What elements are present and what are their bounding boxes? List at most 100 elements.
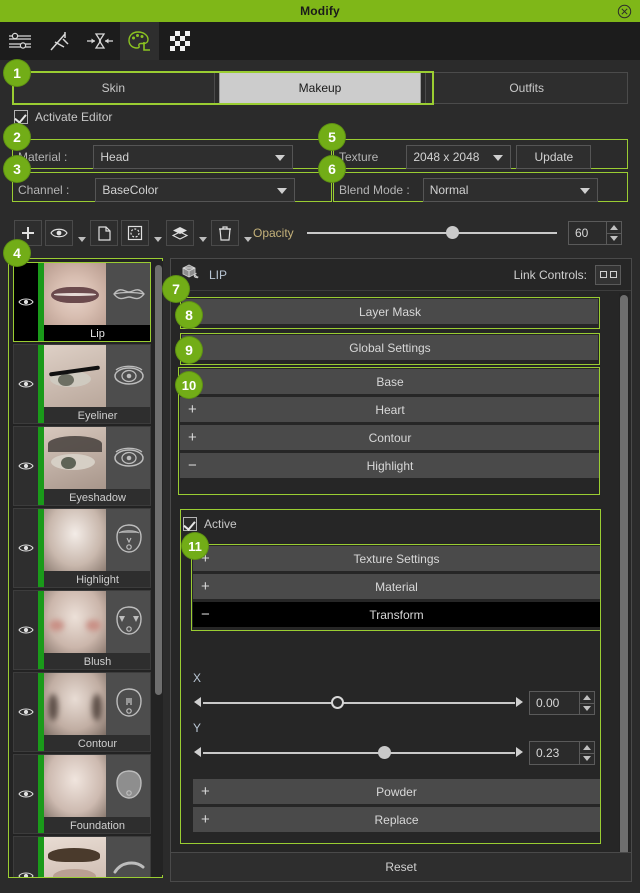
blend-mode-label: Blend Mode :: [339, 183, 410, 197]
layer-visibility-icon[interactable]: [18, 295, 34, 313]
mask-dropdown-caret[interactable]: [152, 220, 163, 246]
transform-y-field[interactable]: 0.23: [529, 741, 595, 765]
close-icon[interactable]: [616, 3, 632, 19]
opacity-value-field[interactable]: 60: [568, 221, 622, 245]
section-label: Material: [193, 580, 600, 594]
layer-visibility-icon[interactable]: [18, 623, 34, 641]
transform-y-right-arrow[interactable]: [516, 747, 523, 757]
layer-item-lip[interactable]: Lip: [13, 262, 151, 342]
mask-button[interactable]: [121, 220, 149, 246]
update-button[interactable]: Update: [516, 145, 591, 169]
section-label: Heart: [180, 403, 600, 417]
layer-ops-toolbar: [14, 220, 253, 246]
section-texture-settings[interactable]: +Texture Settings: [193, 546, 600, 571]
transform-y-spinner[interactable]: [579, 742, 594, 764]
layer-name: Blush: [44, 653, 151, 670]
section-toggle-icon[interactable]: −: [188, 458, 197, 473]
two-squares-icon[interactable]: [595, 265, 621, 285]
tab-skin[interactable]: Skin: [12, 72, 215, 104]
section-contour[interactable]: +Contour: [180, 425, 600, 450]
layer-item-eyeshadow[interactable]: Eyeshadow: [13, 426, 151, 506]
blend-mode-dropdown[interactable]: Normal: [423, 178, 598, 202]
section-toggle-icon[interactable]: +: [201, 812, 210, 827]
section-toggle-icon[interactable]: −: [201, 607, 210, 622]
transform-x-field[interactable]: 0.00: [529, 691, 595, 715]
pose-icon[interactable]: [40, 22, 80, 60]
opacity-spin-up[interactable]: [607, 222, 621, 234]
layer-item-foundation[interactable]: Foundation: [13, 754, 151, 834]
sliders-icon[interactable]: [0, 22, 40, 60]
transform-x-knob[interactable]: [331, 696, 344, 709]
morph-icon[interactable]: [80, 22, 120, 60]
opacity-spinner[interactable]: [606, 222, 621, 244]
layer-list-scroll-thumb[interactable]: [155, 265, 162, 695]
visibility-button[interactable]: [45, 220, 73, 246]
section-layer-mask[interactable]: +Layer Mask: [182, 299, 598, 324]
section-toggle-icon[interactable]: +: [188, 402, 197, 417]
section-replace[interactable]: +Replace: [193, 807, 600, 832]
layer-item-eyeliner[interactable]: Eyeliner: [13, 344, 151, 424]
transform-x-spinner[interactable]: [579, 692, 594, 714]
transform-y-spin-down[interactable]: [580, 754, 594, 765]
opacity-slider-knob[interactable]: [446, 226, 459, 239]
section-material[interactable]: +Material: [193, 574, 600, 599]
layer-visibility-icon[interactable]: [18, 705, 34, 723]
active-checkbox[interactable]: [183, 517, 197, 531]
properties-title: LIP: [209, 268, 227, 282]
tab-outfits[interactable]: Outfits: [425, 72, 628, 104]
delete-dropdown-caret[interactable]: [242, 220, 253, 246]
transform-y-spin-up[interactable]: [580, 742, 594, 754]
active-row[interactable]: Active: [183, 517, 237, 531]
transform-x-left-arrow[interactable]: [194, 697, 201, 707]
section-transform[interactable]: −Transform: [193, 602, 600, 627]
face-highlight-icon: [106, 509, 151, 571]
duplicate-layer-button[interactable]: [90, 220, 118, 246]
reset-button[interactable]: Reset: [170, 852, 632, 882]
layer-visibility-icon[interactable]: [18, 541, 34, 559]
layer-visibility-icon[interactable]: [18, 787, 34, 805]
section-toggle-icon[interactable]: +: [201, 784, 210, 799]
transform-y-track[interactable]: [203, 752, 515, 754]
section-base[interactable]: +Base: [180, 369, 600, 394]
layer-thumbnail: [44, 755, 106, 817]
visibility-dropdown-caret[interactable]: [76, 220, 87, 246]
tab-makeup[interactable]: Makeup: [219, 72, 422, 104]
layer-visibility-icon[interactable]: [18, 459, 34, 477]
transform-y-value: 0.23: [536, 746, 559, 760]
layer-item-brow[interactable]: [13, 836, 151, 878]
channel-dropdown[interactable]: BaseColor: [95, 178, 295, 202]
texture-size-dropdown[interactable]: 2048 x 2048: [406, 145, 511, 169]
activate-editor-row[interactable]: Activate Editor: [14, 110, 112, 124]
checker-icon[interactable]: [160, 22, 200, 60]
transform-y-left-arrow[interactable]: [194, 747, 201, 757]
transform-x-spin-up[interactable]: [580, 692, 594, 704]
opacity-spin-down[interactable]: [607, 234, 621, 245]
layer-item-blush[interactable]: Blush: [13, 590, 151, 670]
properties-scrollbar[interactable]: [619, 293, 629, 876]
merge-layers-button[interactable]: [166, 220, 194, 246]
section-toggle-icon[interactable]: +: [188, 430, 197, 445]
merge-dropdown-caret[interactable]: [197, 220, 208, 246]
delete-layer-button[interactable]: [211, 220, 239, 246]
transform-x-right-arrow[interactable]: [516, 697, 523, 707]
material-dropdown[interactable]: Head: [93, 145, 293, 169]
layer-item-highlight[interactable]: Highlight: [13, 508, 151, 588]
properties-header: LIP Link Controls:: [171, 259, 631, 291]
layer-list-scrollbar[interactable]: [154, 261, 163, 875]
opacity-slider-track[interactable]: [307, 232, 557, 234]
layer-item-contour[interactable]: Contour: [13, 672, 151, 752]
layer-visibility-icon[interactable]: [18, 869, 34, 878]
section-heart[interactable]: +Heart: [180, 397, 600, 422]
modify-window: Modify: [0, 0, 640, 893]
section-highlight[interactable]: −Highlight: [180, 453, 600, 478]
transform-y-knob[interactable]: [378, 746, 391, 759]
palette-icon[interactable]: [120, 22, 160, 60]
section-toggle-icon[interactable]: +: [201, 579, 210, 594]
activate-editor-checkbox[interactable]: [14, 110, 28, 124]
transform-x-spin-down[interactable]: [580, 704, 594, 715]
transform-x-track[interactable]: [203, 702, 515, 704]
section-powder[interactable]: +Powder: [193, 779, 600, 804]
section-global-settings[interactable]: +Global Settings: [182, 335, 598, 360]
properties-scroll-thumb[interactable]: [620, 295, 628, 865]
layer-visibility-icon[interactable]: [18, 377, 34, 395]
